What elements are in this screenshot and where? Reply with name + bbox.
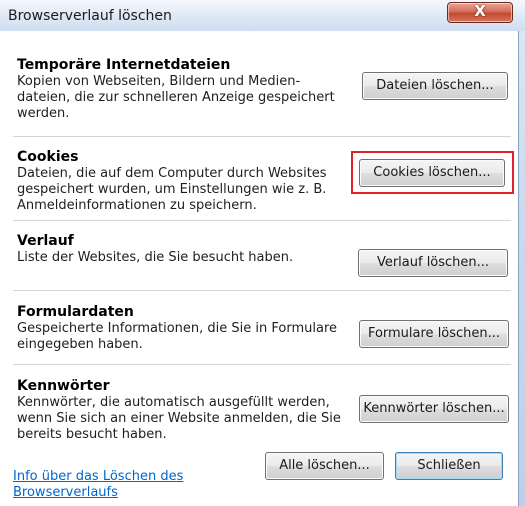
divider <box>13 136 511 138</box>
info-delete-history-link[interactable]: Info über das Löschen des Browserverlauf… <box>13 469 243 501</box>
dialog-title: Browserverlauf löschen <box>8 8 172 24</box>
close-window-button[interactable]: X <box>447 2 513 23</box>
browser-history-dialog: Browserverlauf löschen X Temporäre Inter… <box>0 0 525 506</box>
delete-all-button[interactable]: Alle löschen... <box>265 452 384 480</box>
section-history: Verlauf Liste der Websites, die Sie besu… <box>17 232 347 266</box>
delete-history-button[interactable]: Verlauf löschen... <box>358 249 508 277</box>
title-bar[interactable]: Browserverlauf löschen X <box>0 0 525 31</box>
delete-files-button[interactable]: Dateien löschen... <box>362 72 508 100</box>
section-description: Dateien, die auf dem Computer durch Webs… <box>17 166 327 213</box>
divider <box>13 220 511 222</box>
delete-passwords-button[interactable]: Kennwörter löschen... <box>359 395 509 423</box>
divider <box>13 364 511 366</box>
close-icon: X <box>474 2 486 20</box>
section-description: Kopien von Webseiten, Bildern und Medien… <box>17 74 335 121</box>
section-heading: Kennwörter <box>17 378 110 394</box>
section-heading: Formulardaten <box>17 304 134 320</box>
delete-form-data-button[interactable]: Formulare löschen... <box>359 320 509 348</box>
section-heading: Verlauf <box>17 233 74 249</box>
section-form-data: Formulardaten Gespeicherte Informationen… <box>17 303 347 353</box>
section-passwords: Kennwörter Kennwörter, die automatisch a… <box>17 377 347 443</box>
section-heading: Cookies <box>17 149 79 165</box>
highlight-frame <box>351 151 514 194</box>
dialog-body: Temporäre Internetdateien Kopien von Web… <box>0 31 519 506</box>
divider <box>13 290 511 292</box>
section-description: Liste der Websites, die Sie besucht habe… <box>17 250 294 265</box>
section-description: Kennwörter, die automatisch ausgefüllt w… <box>17 395 341 442</box>
section-heading: Temporäre Internetdateien <box>17 57 231 73</box>
section-temporary-files: Temporäre Internetdateien Kopien von Web… <box>17 56 347 122</box>
close-button[interactable]: Schließen <box>395 452 503 480</box>
section-cookies: Cookies Dateien, die auf dem Computer du… <box>17 148 347 214</box>
section-description: Gespeicherte Informationen, die Sie in F… <box>17 321 338 352</box>
